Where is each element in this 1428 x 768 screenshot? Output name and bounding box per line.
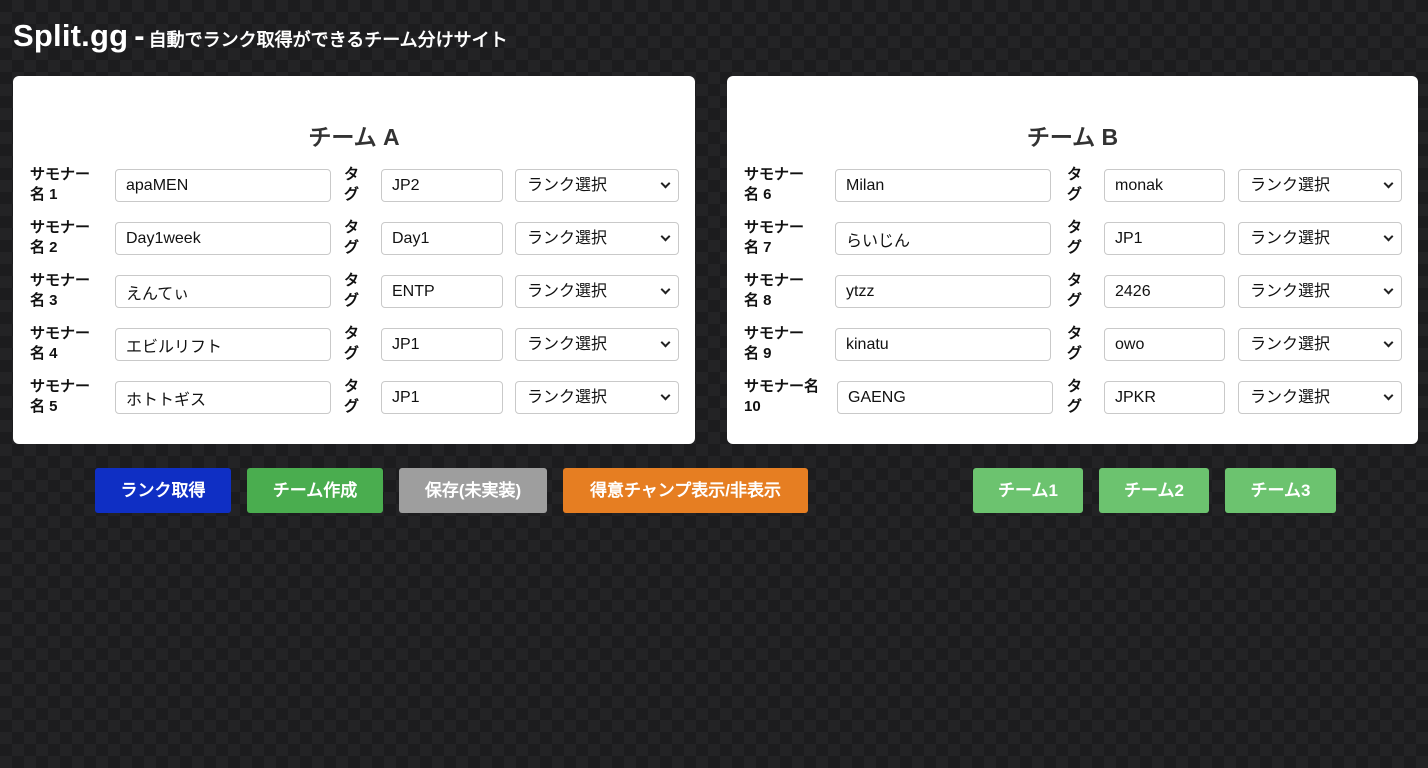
- summoner-label-6: サモナー名 6: [744, 166, 805, 203]
- tag-label-1: タグ: [344, 166, 360, 203]
- team-a-panel: チーム A サモナー名 1 タグ ランク選択 サモナー名 2 タグ ランク選択 …: [13, 76, 695, 444]
- team-a-title: チーム A: [308, 124, 400, 150]
- tag-input-8[interactable]: [1104, 275, 1225, 308]
- team-b-row-1: サモナー名 6 タグ ランク選択: [727, 165, 1418, 205]
- tag-label-7: タグ: [1067, 219, 1083, 256]
- summoner-label-2: サモナー名 2: [30, 219, 91, 256]
- rank-select-9[interactable]: ランク選択: [1238, 328, 1402, 361]
- team-b-row-3: サモナー名 8 タグ ランク選択: [727, 271, 1418, 311]
- chevron-down-icon: [1383, 178, 1394, 189]
- team-b-row-2: サモナー名 7 タグ ランク選択: [727, 218, 1418, 258]
- tag-input-2[interactable]: [381, 222, 503, 255]
- summoner-name-input-1[interactable]: [115, 169, 331, 202]
- summoner-name-input-6[interactable]: [835, 169, 1051, 202]
- site-logo[interactable]: Split.gg: [13, 18, 128, 53]
- summoner-name-input-9[interactable]: [835, 328, 1051, 361]
- tag-label-8: タグ: [1067, 272, 1083, 309]
- summoner-label-7: サモナー名 7: [744, 219, 805, 256]
- tag-input-3[interactable]: [381, 275, 503, 308]
- team-b-title: チーム B: [1026, 124, 1119, 150]
- summoner-label-5: サモナー名 5: [30, 378, 91, 415]
- chevron-down-icon: [1383, 231, 1394, 242]
- chevron-down-icon: [1383, 284, 1394, 295]
- team-a-row-3: サモナー名 3 タグ ランク選択: [13, 271, 695, 311]
- team-3-button[interactable]: チーム3: [1225, 468, 1336, 513]
- tag-label-3: タグ: [344, 272, 360, 309]
- toggle-champ-button[interactable]: 得意チャンプ表示/非表示: [563, 468, 808, 513]
- tag-label-2: タグ: [344, 219, 360, 256]
- summoner-label-3: サモナー名 3: [30, 272, 91, 309]
- save-button[interactable]: 保存(未実装): [399, 468, 547, 513]
- get-rank-button[interactable]: ランク取得: [95, 468, 231, 513]
- chevron-down-icon: [660, 337, 671, 348]
- tag-input-10[interactable]: [1104, 381, 1225, 414]
- summoner-label-8: サモナー名 8: [744, 272, 805, 309]
- rank-select-3[interactable]: ランク選択: [515, 275, 679, 308]
- summoner-label-1: サモナー名 1: [30, 166, 91, 203]
- summoner-label-9: サモナー名 9: [744, 325, 805, 362]
- rank-select-2[interactable]: ランク選択: [515, 222, 679, 255]
- site-header: Split.gg - 自動でランク取得ができるチーム分けサイト: [13, 18, 508, 54]
- summoner-name-input-7[interactable]: [835, 222, 1051, 255]
- tag-input-4[interactable]: [381, 328, 503, 361]
- chevron-down-icon: [660, 284, 671, 295]
- summoner-name-input-2[interactable]: [115, 222, 331, 255]
- rank-select-4[interactable]: ランク選択: [515, 328, 679, 361]
- chevron-down-icon: [1383, 390, 1394, 401]
- team-b-panel: チーム B サモナー名 6 タグ ランク選択 サモナー名 7 タグ ランク選択 …: [727, 76, 1418, 444]
- tag-label-5: タグ: [344, 378, 360, 415]
- team-b-row-4: サモナー名 9 タグ ランク選択: [727, 324, 1418, 364]
- tag-input-6[interactable]: [1104, 169, 1225, 202]
- summoner-name-input-5[interactable]: [115, 381, 331, 414]
- tag-input-9[interactable]: [1104, 328, 1225, 361]
- tag-label-10: タグ: [1067, 378, 1083, 415]
- site-subtitle: 自動でランク取得ができるチーム分けサイト: [148, 30, 508, 50]
- team-1-button[interactable]: チーム1: [973, 468, 1083, 513]
- summoner-name-input-8[interactable]: [835, 275, 1051, 308]
- team-2-button[interactable]: チーム2: [1099, 468, 1209, 513]
- make-team-button[interactable]: チーム作成: [247, 468, 383, 513]
- summoner-label-10: サモナー名 10: [744, 378, 820, 415]
- rank-select-7[interactable]: ランク選択: [1238, 222, 1402, 255]
- rank-select-5[interactable]: ランク選択: [515, 381, 679, 414]
- tag-label-9: タグ: [1067, 325, 1083, 362]
- team-a-row-1: サモナー名 1 タグ ランク選択: [13, 165, 695, 205]
- tag-input-1[interactable]: [381, 169, 503, 202]
- chevron-down-icon: [660, 231, 671, 242]
- chevron-down-icon: [660, 390, 671, 401]
- chevron-down-icon: [660, 178, 671, 189]
- summoner-name-input-3[interactable]: [115, 275, 331, 308]
- team-a-row-2: サモナー名 2 タグ ランク選択: [13, 218, 695, 258]
- team-a-row-4: サモナー名 4 タグ ランク選択: [13, 324, 695, 364]
- tag-label-6: タグ: [1067, 166, 1083, 203]
- rank-select-1[interactable]: ランク選択: [515, 169, 679, 202]
- summoner-name-input-10[interactable]: [837, 381, 1053, 414]
- tag-input-7[interactable]: [1104, 222, 1225, 255]
- tag-label-4: タグ: [344, 325, 360, 362]
- chevron-down-icon: [1383, 337, 1394, 348]
- title-separator: -: [134, 18, 145, 53]
- team-a-row-5: サモナー名 5 タグ ランク選択: [13, 377, 695, 417]
- rank-select-6[interactable]: ランク選択: [1238, 169, 1402, 202]
- team-b-row-5: サモナー名10 タグ ランク選択: [727, 377, 1418, 417]
- summoner-name-input-4[interactable]: [115, 328, 331, 361]
- summoner-label-4: サモナー名 4: [30, 325, 91, 362]
- tag-input-5[interactable]: [381, 381, 503, 414]
- rank-select-8[interactable]: ランク選択: [1238, 275, 1402, 308]
- rank-select-10[interactable]: ランク選択: [1238, 381, 1402, 414]
